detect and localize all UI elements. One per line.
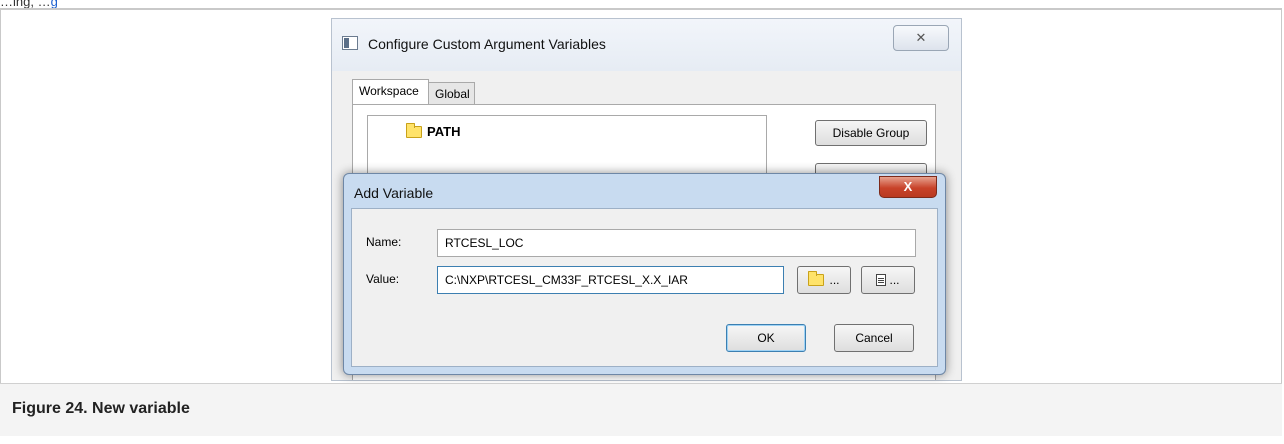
- file-icon: [876, 274, 887, 286]
- browse-folder-button[interactable]: ...: [797, 266, 851, 294]
- window-title: Configure Custom Argument Variables: [368, 36, 606, 52]
- dialog-close-button[interactable]: X: [879, 176, 937, 198]
- tab-global[interactable]: Global: [428, 82, 475, 105]
- value-field[interactable]: C:\NXP\RTCESL_CM33F_RTCESL_X.X_IAR: [437, 266, 784, 294]
- value-label: Value:: [366, 272, 400, 286]
- folder-icon: [808, 271, 825, 286]
- name-label: Name:: [366, 235, 402, 249]
- tree-item-path[interactable]: PATH: [406, 123, 461, 139]
- cancel-button[interactable]: Cancel: [834, 324, 914, 352]
- caption-bar: Figure 24. New variable: [0, 383, 1282, 436]
- window-titlebar: Configure Custom Argument Variables ✕: [332, 19, 961, 71]
- add-variable-dialog: Add Variable X Name: RTCESL_LOC Value: C…: [343, 173, 946, 375]
- browse-file-button[interactable]: ...: [861, 266, 915, 294]
- ok-button[interactable]: OK: [726, 324, 806, 352]
- dialog-content: Name: RTCESL_LOC Value: C:\NXP\RTCESL_CM…: [351, 208, 938, 367]
- window-close-button[interactable]: ✕: [893, 25, 949, 51]
- folder-icon: [406, 123, 422, 138]
- name-field[interactable]: RTCESL_LOC: [437, 229, 916, 257]
- tree-item-label: PATH: [427, 124, 461, 139]
- browse-file-label: ...: [889, 273, 900, 287]
- browse-folder-label: ...: [829, 273, 840, 287]
- disable-group-button[interactable]: Disable Group: [815, 120, 927, 146]
- window-app-icon: [342, 36, 358, 50]
- tab-workspace[interactable]: Workspace: [352, 79, 429, 105]
- dialog-title: Add Variable: [354, 185, 434, 201]
- figure-caption: Figure 24. New variable: [12, 400, 190, 417]
